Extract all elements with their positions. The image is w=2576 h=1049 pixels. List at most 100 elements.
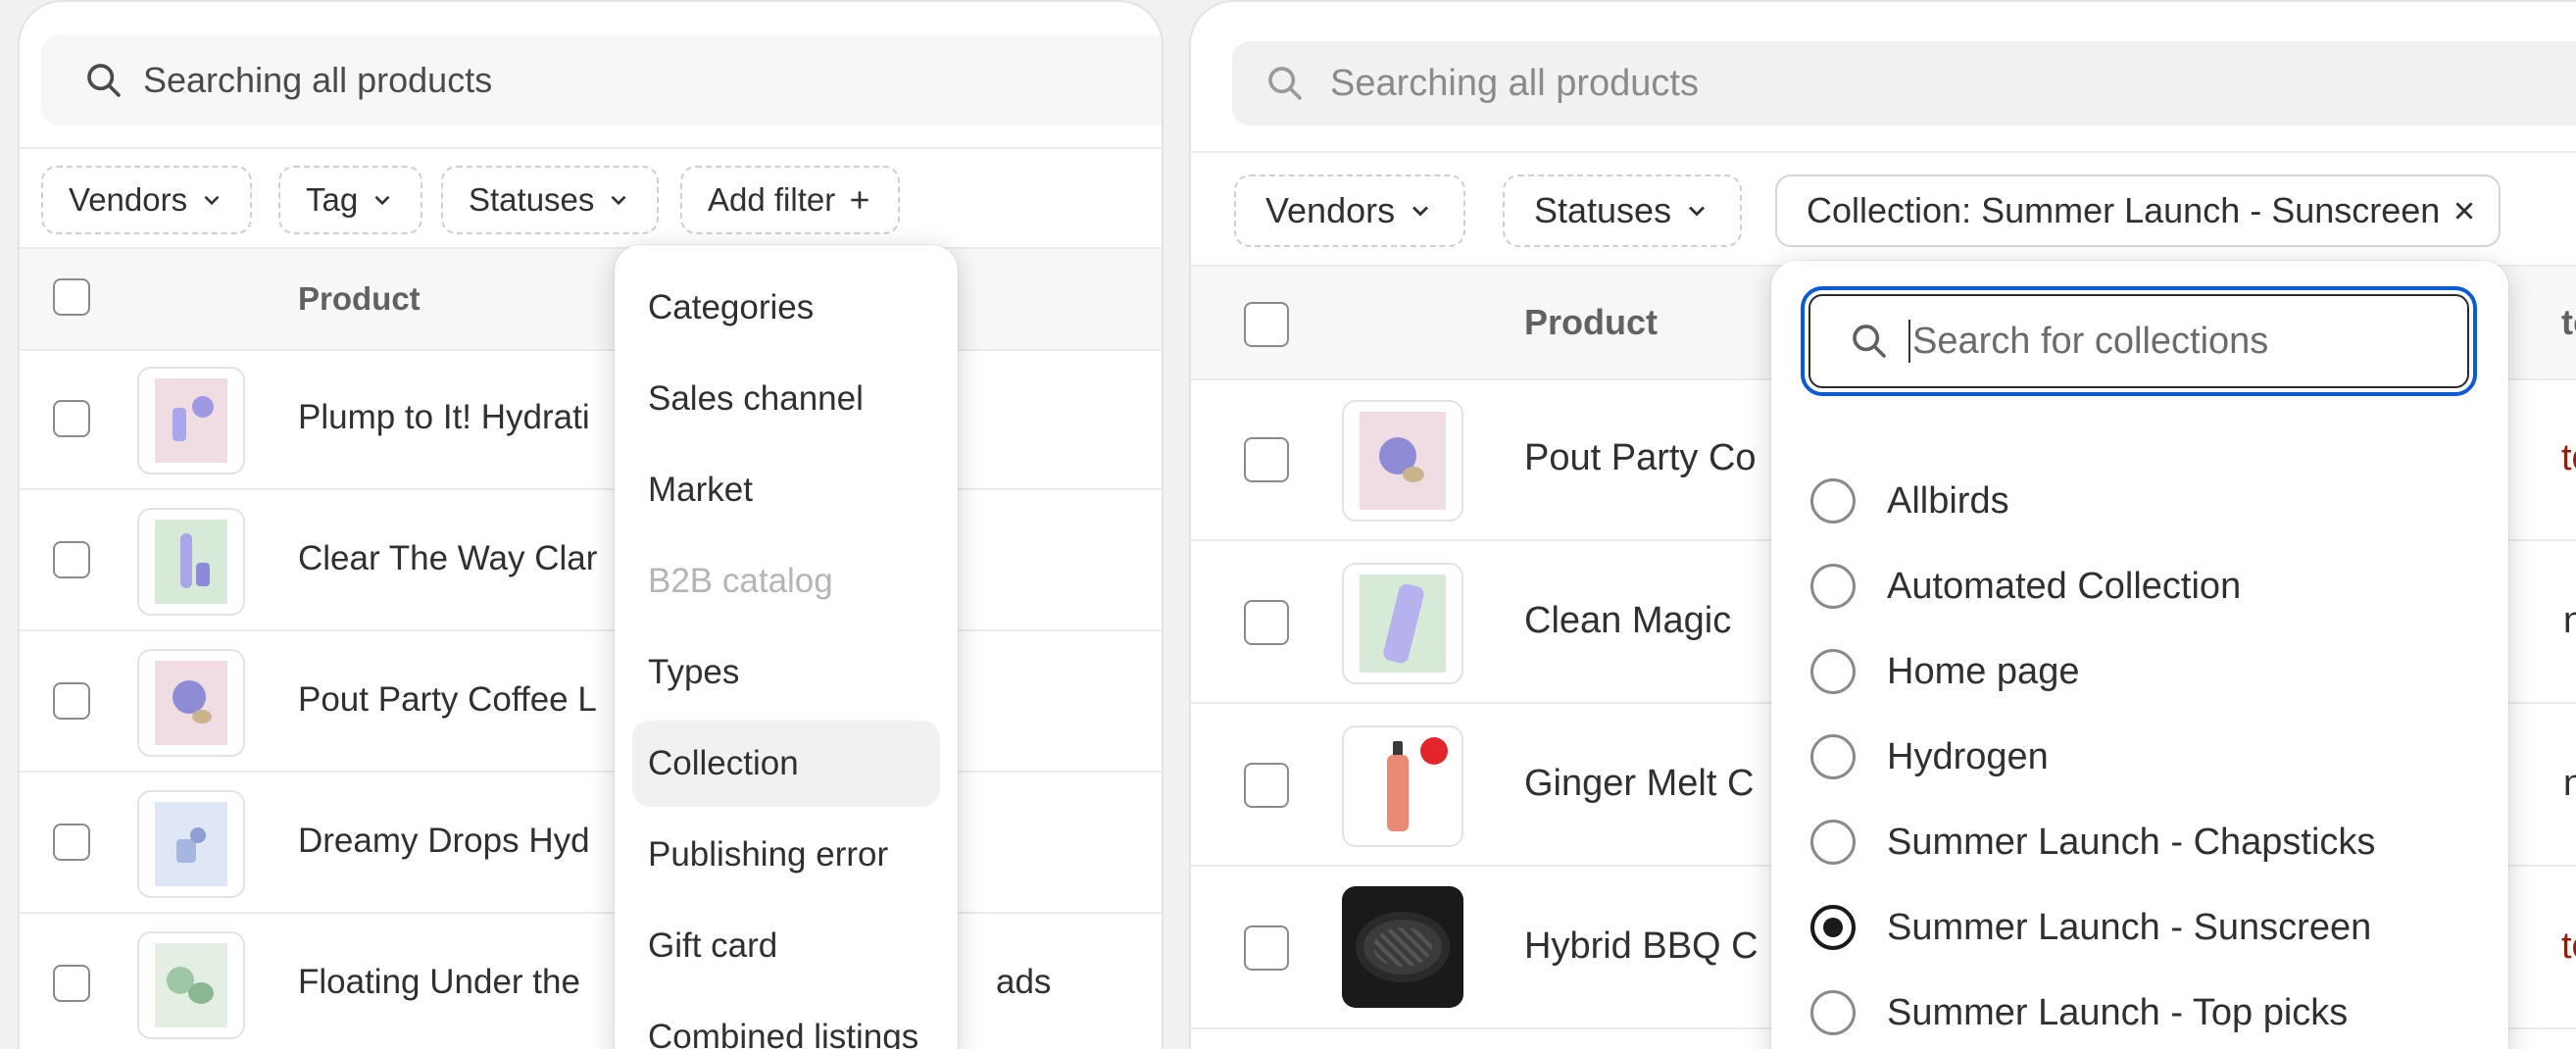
filter-vendors[interactable]: Vendors <box>1234 175 1466 247</box>
table-row[interactable]: Plump to It! Hydrati <box>20 349 1162 490</box>
product-name-tail: ads <box>996 963 1052 1001</box>
collection-option[interactable]: Home page <box>1771 633 2508 708</box>
collection-option[interactable]: Summer Launch - Top picks <box>1771 974 2508 1049</box>
table-row[interactable]: Pout Party Coffee L <box>20 631 1162 773</box>
add-filter-button[interactable]: Add filter <box>680 166 901 234</box>
filter-tag-label: Tag <box>306 181 359 218</box>
status-partial: n s <box>2563 763 2576 805</box>
collection-option-label: Home page <box>1887 651 2080 692</box>
product-name: Clear The Way Clar <box>298 539 598 577</box>
product-image <box>190 827 206 843</box>
collection-option-selected[interactable]: Summer Launch - Sunscreen <box>1771 889 2508 964</box>
row-checkbox[interactable] <box>1244 600 1289 645</box>
chevron-down-icon <box>1412 206 1429 217</box>
collection-radio[interactable] <box>1810 734 1856 779</box>
menu-item-categories[interactable]: Categories <box>632 265 940 351</box>
product-name: Floating Under the <box>298 963 580 1001</box>
product-image <box>1387 755 1409 831</box>
table-row[interactable]: Dreamy Drops Hyd <box>20 773 1162 914</box>
row-checkbox[interactable] <box>53 965 90 1002</box>
row-checkbox[interactable] <box>1244 925 1289 971</box>
select-all-checkbox[interactable] <box>1244 302 1289 347</box>
filter-statuses[interactable]: Statuses <box>1503 175 1743 247</box>
product-search-bar[interactable]: Searching all products <box>41 35 1162 125</box>
product-name: Ginger Melt C <box>1524 763 1755 804</box>
status-partial: n <box>2563 600 2576 642</box>
text-cursor <box>1908 320 1910 363</box>
search-icon <box>1268 67 1302 100</box>
menu-item-publishing-error[interactable]: Publishing error <box>632 812 940 898</box>
status-partial: to <box>2561 437 2576 478</box>
chevron-down-icon <box>374 195 390 206</box>
menu-item-sales-channel[interactable]: Sales channel <box>632 356 940 442</box>
add-filter-label: Add filter <box>708 181 836 218</box>
product-thumbnail <box>137 367 245 475</box>
table-row[interactable]: Floating Under the ads <box>20 914 1162 1049</box>
filter-statuses[interactable]: Statuses <box>441 166 660 234</box>
collection-radio[interactable] <box>1810 820 1856 865</box>
chevron-down-icon <box>612 195 626 206</box>
collection-radio[interactable] <box>1810 990 1856 1035</box>
collection-option-label: Automated Collection <box>1887 566 2242 607</box>
collection-option[interactable]: Summer Launch - Chapsticks <box>1771 804 2508 878</box>
menu-item-market[interactable]: Market <box>632 447 940 533</box>
collection-option[interactable]: Allbirds <box>1771 463 2508 537</box>
products-panel-left: Searching all products Vendors Tag Statu… <box>18 0 1164 1049</box>
menu-item-combined-listings[interactable]: Combined listings <box>632 994 940 1049</box>
product-thumbnail <box>137 790 245 898</box>
collection-search-placeholder: Search for collections <box>1912 320 2269 362</box>
menu-item-collection[interactable]: Collection <box>632 721 940 807</box>
table-row[interactable]: Clear The Way Clar <box>20 490 1162 631</box>
filter-statuses-label: Statuses <box>469 181 595 218</box>
select-all-checkbox[interactable] <box>53 278 90 316</box>
active-filter-collection[interactable]: Collection: Summer Launch - Sunscreen <box>1775 175 2502 247</box>
column-product: Product <box>298 280 421 317</box>
product-thumbnail <box>137 931 245 1039</box>
filter-vendors-label: Vendors <box>1265 190 1396 230</box>
row-checkbox[interactable] <box>53 824 90 861</box>
filter-vendors-label: Vendors <box>69 181 188 218</box>
product-image <box>196 563 210 586</box>
add-filter-menu: Categories Sales channel Market B2B cata… <box>615 245 958 1049</box>
collection-option[interactable]: Hydrogen <box>1771 719 2508 793</box>
column-status-partial: to <box>2561 302 2576 342</box>
active-filter-label: Collection: Summer Launch - Sunscreen <box>1807 190 2441 230</box>
product-image <box>1403 467 1424 482</box>
product-thumbnail <box>137 508 245 616</box>
row-checkbox[interactable] <box>53 682 90 720</box>
collection-option[interactable]: Automated Collection <box>1771 548 2508 623</box>
row-checkbox[interactable] <box>1244 763 1289 808</box>
collection-option-label: Hydrogen <box>1887 736 2049 777</box>
row-checkbox[interactable] <box>53 400 90 437</box>
collection-radio[interactable] <box>1810 478 1856 524</box>
product-name: Plump to It! Hydrati <box>298 398 590 436</box>
close-icon[interactable] <box>2452 198 2477 224</box>
product-image <box>188 982 214 1004</box>
product-image <box>173 680 206 714</box>
row-checkbox[interactable] <box>1244 437 1289 482</box>
product-badge-icon <box>1420 737 1448 765</box>
collection-option-label: Summer Launch - Sunscreen <box>1887 907 2372 948</box>
products-panel-right: Searching all products Vendors Statuses … <box>1189 0 2576 1049</box>
menu-item-gift-card[interactable]: Gift card <box>632 903 940 989</box>
filter-vendors[interactable]: Vendors <box>41 166 253 234</box>
collection-radio-selected[interactable] <box>1810 905 1856 950</box>
product-search-bar[interactable]: Searching all products <box>1232 41 2576 125</box>
filter-statuses-label: Statuses <box>1534 190 1672 230</box>
product-thumbnail <box>1342 725 1463 847</box>
collection-option-label: Allbirds <box>1887 480 2009 522</box>
chevron-down-icon <box>204 195 220 206</box>
chevron-down-icon <box>1689 206 1706 217</box>
column-product: Product <box>1524 302 1659 342</box>
filter-tag[interactable]: Tag <box>278 166 423 234</box>
row-checkbox[interactable] <box>53 541 90 578</box>
collection-radio[interactable] <box>1810 564 1856 609</box>
search-icon <box>87 64 121 97</box>
collection-search-input[interactable]: Search for collections <box>1801 286 2477 396</box>
search-icon <box>1853 325 1886 358</box>
collection-radio[interactable] <box>1810 649 1856 694</box>
product-image <box>192 710 212 724</box>
menu-item-types[interactable]: Types <box>632 629 940 716</box>
product-name: Hybrid BBQ C <box>1524 925 1759 967</box>
collection-option-label: Summer Launch - Chapsticks <box>1887 822 2376 863</box>
